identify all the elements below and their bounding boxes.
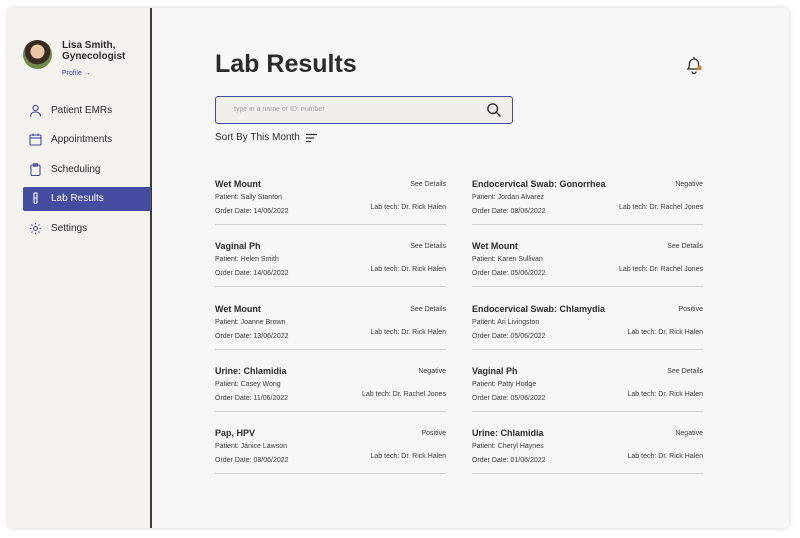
sidebar-item-label: Scheduling	[51, 163, 101, 175]
main-content: Lab Results Sort By This Month Wet Mo	[154, 8, 789, 528]
calendar-icon	[28, 133, 42, 147]
result-status: Negative	[675, 430, 703, 437]
result-status: Negative	[675, 181, 703, 188]
search-box	[215, 96, 513, 124]
sidebar-item-label: Patient EMRs	[51, 104, 113, 116]
result-status: Positive	[421, 430, 446, 437]
result-status: Positive	[678, 306, 703, 313]
test-name: Wet Mount	[215, 304, 261, 314]
lab-result-card[interactable]: Wet Mount See Details Patient: Karen Sul…	[472, 241, 703, 287]
result-status[interactable]: See Details	[410, 306, 446, 313]
lab-result-card[interactable]: Urine: Chlamidia Negative Patient: Chery…	[472, 428, 703, 474]
lab-result-card[interactable]: Urine: Chlamidia Negative Patient: Casey…	[215, 366, 446, 412]
order-date: Order Date: 01/06/2022	[472, 457, 546, 464]
sidebar-item-label: Lab Results	[51, 193, 104, 204]
order-date: Order Date: 05/06/2022	[472, 270, 546, 277]
avatar[interactable]	[23, 40, 52, 69]
test-name: Endocervical Swab: Gonorrhea	[472, 179, 606, 189]
result-status[interactable]: See Details	[667, 368, 703, 375]
order-date: Order Date: 08/06/2022	[472, 208, 546, 215]
lab-tech: Lab tech: Dr. Rick Halen	[627, 391, 703, 398]
patient-name: Patient: Jordan Alvarez	[472, 194, 544, 201]
order-date: Order Date: 13/06/2022	[215, 333, 289, 340]
sort-lines-icon	[305, 133, 318, 143]
sidebar-item-label: Appointments	[51, 134, 113, 145]
sidebar-item-lab-results[interactable]: Lab Results	[23, 186, 151, 211]
lab-tech: Lab tech: Dr. Rachel Jones	[618, 204, 703, 211]
lab-result-card[interactable]: Vaginal Ph See Details Patient: Patty Ho…	[472, 366, 703, 412]
bell-icon	[686, 57, 702, 75]
sidebar-item-settings[interactable]: Settings	[23, 216, 151, 240]
test-name: Urine: Chlamidia	[215, 366, 287, 376]
lab-tech: Lab tech: Dr. Rick Halen	[627, 329, 703, 336]
test-name: Vaginal Ph	[215, 241, 261, 251]
lab-result-card[interactable]: Pap, HPV Positive Patient: Janice Lawson…	[215, 428, 446, 474]
test-name: Vaginal Ph	[472, 366, 518, 376]
patient-name: Patient: Helen Smith	[215, 256, 279, 263]
result-status[interactable]: See Details	[410, 243, 446, 250]
result-status: Negative	[418, 368, 446, 375]
page-title: Lab Results	[215, 50, 357, 78]
patient-name: Patient: Ari Livingston	[472, 319, 540, 326]
test-name: Urine: Chlamidia	[472, 428, 544, 438]
patient-name: Patient: Casey Wong	[215, 381, 281, 388]
notification-dot	[697, 65, 702, 70]
order-date: Order Date: 05/06/2022	[472, 333, 546, 340]
sidebar-item-scheduling[interactable]: Scheduling	[23, 157, 151, 181]
patient-name: Patient: Cheryl Haynes	[472, 443, 544, 450]
patient-name: Patient: Joanne Brown	[215, 319, 286, 326]
lab-result-card[interactable]: Endocervical Swab: Chlamydia Positive Pa…	[472, 304, 703, 350]
order-date: Order Date: 14/06/2022	[215, 208, 289, 215]
app-window: Lisa Smith, Gynecologist Profile → Patie…	[8, 8, 789, 528]
sidebar: Lisa Smith, Gynecologist Profile → Patie…	[8, 8, 152, 528]
notification-bell-button[interactable]	[685, 55, 703, 75]
lab-result-card[interactable]: Wet Mount See Details Patient: Sally Sta…	[215, 179, 446, 225]
sidebar-item-patient-emrs[interactable]: Patient EMRs	[23, 98, 151, 122]
result-status[interactable]: See Details	[410, 181, 446, 188]
lab-tech: Lab tech: Dr. Rachel Jones	[618, 266, 703, 273]
patient-name: Patient: Patty Hodge	[472, 381, 537, 388]
order-date: Order Date: 08/06/2022	[215, 457, 289, 464]
patient-name: Patient: Janice Lawson	[215, 443, 287, 450]
test-name: Pap, HPV	[215, 428, 256, 438]
lab-tech: Lab tech: Dr. Rick Halen	[627, 453, 703, 460]
order-date: Order Date: 05/06/2022	[472, 395, 546, 402]
person-icon	[28, 103, 42, 117]
patient-name: Patient: Karen Sullivan	[472, 256, 543, 263]
search-input[interactable]	[234, 97, 474, 121]
lab-result-card[interactable]: Vaginal Ph See Details Patient: Helen Sm…	[215, 241, 446, 287]
sort-label: Sort By This Month	[215, 132, 300, 143]
test-tube-icon	[28, 192, 42, 206]
profile-block: Lisa Smith, Gynecologist Profile →	[23, 40, 132, 80]
clipboard-icon	[28, 162, 42, 176]
lab-tech: Lab tech: Dr. Rick Halen	[370, 204, 446, 211]
sort-control[interactable]: Sort By This Month	[215, 132, 318, 143]
lab-tech: Lab tech: Dr. Rick Halen	[370, 329, 446, 336]
test-name: Wet Mount	[215, 179, 261, 189]
lab-tech: Lab tech: Dr. Rick Halen	[370, 453, 446, 460]
sidebar-item-appointments[interactable]: Appointments	[23, 128, 151, 152]
gear-icon	[28, 221, 42, 235]
profile-name: Lisa Smith, Gynecologist	[62, 40, 126, 62]
order-date: Order Date: 14/06/2022	[215, 270, 289, 277]
lab-tech: Lab tech: Dr. Rick Halen	[370, 266, 446, 273]
lab-tech: Lab tech: Dr. Rachel Jones	[361, 391, 446, 398]
order-date: Order Date: 11/06/2022	[215, 395, 289, 402]
search-icon[interactable]	[486, 102, 502, 118]
patient-name: Patient: Sally Stanton	[215, 194, 282, 201]
profile-link[interactable]: Profile →	[62, 70, 91, 77]
lab-result-card[interactable]: Wet Mount See Details Patient: Joanne Br…	[215, 304, 446, 350]
sidebar-nav: Patient EMRs Appointments Scheduling Lab…	[23, 98, 151, 246]
lab-result-card[interactable]: Endocervical Swab: Gonorrhea Negative Pa…	[472, 179, 703, 225]
result-status[interactable]: See Details	[667, 243, 703, 250]
sidebar-item-label: Settings	[51, 222, 88, 234]
test-name: Endocervical Swab: Chlamydia	[472, 304, 606, 314]
test-name: Wet Mount	[472, 241, 518, 251]
